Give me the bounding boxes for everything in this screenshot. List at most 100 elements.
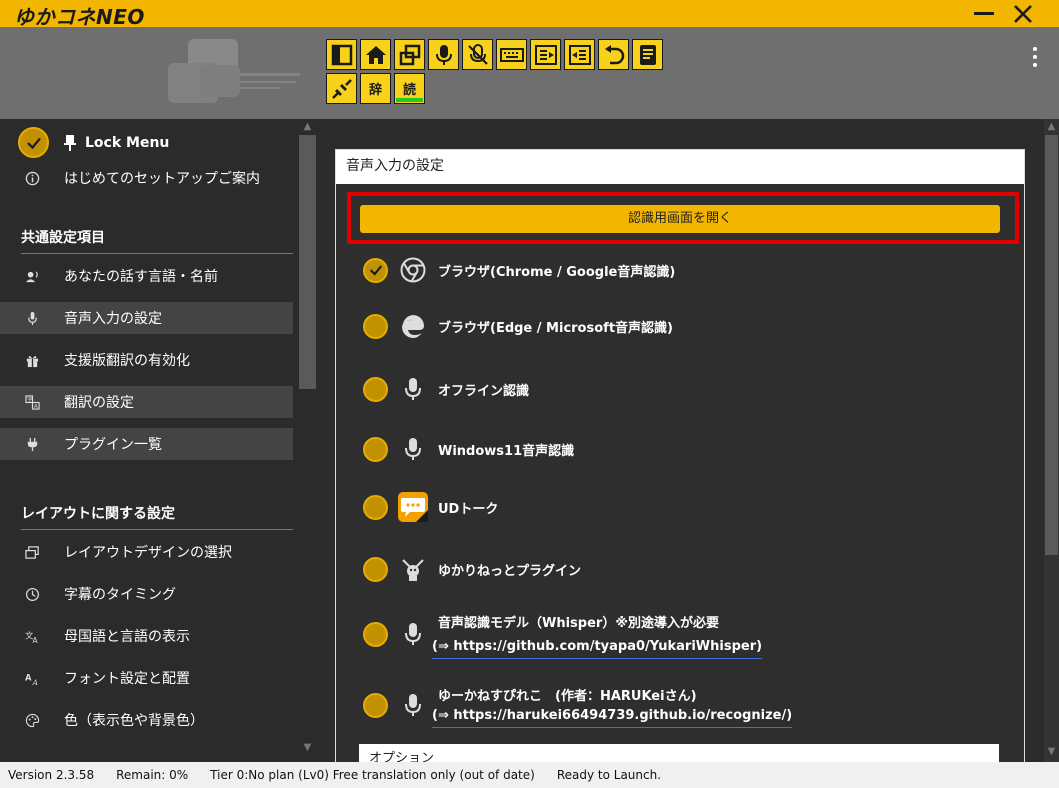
mic-on-button[interactable] xyxy=(428,39,459,70)
check-icon xyxy=(369,265,382,276)
sidebar-item-label: 母国語と言語の表示 xyxy=(64,629,190,645)
section-layout-heading: レイアウトに関する設定 xyxy=(21,503,293,530)
sidebar-scroll-thumb[interactable] xyxy=(299,135,316,389)
sidebar-item-plugins[interactable]: プラグイン一覧 xyxy=(0,428,293,460)
scroll-down-icon[interactable]: ▼ xyxy=(1044,744,1059,760)
read-aloud-button[interactable]: 読 xyxy=(394,73,425,104)
app-title: ゆかコネNEO xyxy=(14,5,145,29)
lock-menu-toggle[interactable]: Lock Menu xyxy=(18,127,169,158)
option-radio-checked[interactable] xyxy=(363,257,388,283)
microphone-icon xyxy=(398,619,428,649)
minimize-button[interactable] xyxy=(966,0,1002,27)
home-button[interactable] xyxy=(360,39,391,70)
option-label: 音声認識モデル（Whisper）※別途導入が必要 xyxy=(438,615,719,631)
option-radio[interactable] xyxy=(363,313,388,339)
mic-off-button[interactable] xyxy=(462,39,493,70)
arrow-in-left-icon xyxy=(534,44,557,65)
main-scroll-thumb[interactable] xyxy=(1045,135,1058,555)
undo-button[interactable] xyxy=(598,39,629,70)
layout-icon xyxy=(22,545,42,560)
log-button[interactable] xyxy=(632,39,663,70)
sidebar-item-label: 字幕のタイミング xyxy=(64,587,176,603)
plugin-connect-button[interactable] xyxy=(326,73,357,104)
whisper-link[interactable]: (⇒ https://github.com/tyapa0/YukariWhisp… xyxy=(432,639,763,659)
scroll-up-icon[interactable]: ▲ xyxy=(299,119,316,135)
sidebar-item-label: はじめてのセットアップご案内 xyxy=(64,171,260,187)
yukanesupireco-link[interactable]: (⇒ https://harukei66494739.github.io/rec… xyxy=(432,708,793,728)
scroll-up-icon[interactable]: ▲ xyxy=(1044,119,1059,135)
clock-icon xyxy=(22,587,42,602)
ready-status: Ready to Launch. xyxy=(556,768,662,782)
microphone-icon xyxy=(435,44,452,65)
keyboard-button[interactable] xyxy=(496,39,527,70)
sidebar-item-layout-design[interactable]: レイアウトデザインの選択 xyxy=(0,536,293,568)
close-button[interactable] xyxy=(1005,0,1041,27)
input-right-button[interactable] xyxy=(564,39,595,70)
option-radio[interactable] xyxy=(363,556,388,582)
option-label: オフライン認識 xyxy=(438,383,530,399)
sidebar-item-label: フォント設定と配置 xyxy=(64,671,190,687)
option-windows11[interactable]: Windows11音声認識 xyxy=(363,434,574,464)
option-radio[interactable] xyxy=(363,376,388,402)
lock-check[interactable] xyxy=(18,127,49,158)
more-menu-button[interactable] xyxy=(1033,47,1037,67)
palette-icon xyxy=(22,713,42,728)
option-edge[interactable]: ブラウザ(Edge / Microsoft音声認識) xyxy=(363,311,673,341)
open-recognition-screen-button[interactable]: 認識用画面を開く xyxy=(360,205,1000,233)
option-chrome[interactable]: ブラウザ(Chrome / Google音声認識) xyxy=(363,255,675,285)
window-button[interactable] xyxy=(394,39,425,70)
option-offline[interactable]: オフライン認識 xyxy=(363,374,529,404)
microphone-icon xyxy=(398,374,428,404)
input-left-button[interactable] xyxy=(530,39,561,70)
sidebar-item-label: 支援版翻訳の有効化 xyxy=(64,353,190,369)
dictionary-button[interactable]: 辞 xyxy=(360,73,391,104)
sidebar-item-label: レイアウトデザインの選択 xyxy=(64,545,232,561)
sidebar-scrollbar[interactable]: ▲ ▼ xyxy=(299,119,316,762)
option-label: ゆーかねすぴれこ (作者：HARUKeiさん) xyxy=(438,688,697,704)
title-bar: ゆかコネNEO xyxy=(0,0,1059,29)
microphone-icon xyxy=(398,434,428,464)
lock-menu-label: Lock Menu xyxy=(85,134,170,151)
keyboard-icon xyxy=(499,47,524,62)
panel-title: 音声入力の設定 xyxy=(336,150,1024,184)
edge-icon xyxy=(398,311,428,341)
main-content: 音声入力の設定 認識用画面を開く ブラウザ(Chrome / Google音声認… xyxy=(316,119,1059,774)
sidebar-item-support-translation[interactable]: 支援版翻訳の有効化 xyxy=(0,344,293,376)
gift-icon xyxy=(22,353,42,368)
sidebar-item-font-settings[interactable]: AA フォント設定と配置 xyxy=(0,662,293,694)
option-label: ブラウザ(Edge / Microsoft音声認識) xyxy=(438,320,673,336)
option-radio[interactable] xyxy=(363,436,388,462)
windows-icon xyxy=(399,44,420,65)
option-label: Windows11音声認識 xyxy=(438,443,575,459)
chrome-icon xyxy=(398,255,428,285)
option-udtalk[interactable]: UDトーク xyxy=(363,492,498,522)
tier-text: Tier 0:No plan (Lv0) Free translation on… xyxy=(210,768,535,782)
main-scrollbar[interactable]: ▲ ▼ xyxy=(1044,119,1059,762)
sidebar: Lock Menu はじめてのセットアップご案内 共通設定項目 あなたの話す言語… xyxy=(0,119,316,762)
sidebar-item-subtitle-timing[interactable]: 字幕のタイミング xyxy=(0,578,293,610)
option-radio[interactable] xyxy=(363,692,388,718)
sidebar-item-setup-guide[interactable]: はじめてのセットアップご案内 xyxy=(0,162,293,194)
sidebar-item-language-display[interactable]: 文A 母国語と言語の表示 xyxy=(0,620,293,652)
close-icon xyxy=(1014,4,1032,23)
sidebar-toggle-button[interactable] xyxy=(326,39,357,70)
sidebar-item-translation-settings[interactable]: 字A 翻訳の設定 xyxy=(0,386,293,418)
speaker-person-icon xyxy=(22,269,42,284)
microphone-icon xyxy=(22,311,42,326)
svg-text:A: A xyxy=(31,678,38,686)
sidebar-item-colors[interactable]: 色（表示色や背景色） xyxy=(0,704,293,736)
sidebar-item-voice-input[interactable]: 音声入力の設定 xyxy=(0,302,293,334)
scroll-down-icon[interactable]: ▼ xyxy=(299,740,316,756)
option-radio[interactable] xyxy=(363,494,388,520)
kebab-icon xyxy=(1033,47,1037,51)
highlight-frame: 認識用画面を開く xyxy=(347,192,1019,244)
toolbar: 辞 読 xyxy=(326,39,663,107)
check-icon xyxy=(26,137,41,149)
microphone-off-icon xyxy=(467,43,488,65)
option-yukarinette[interactable]: ゆかりねっとプラグイン xyxy=(363,554,581,584)
option-label: ゆかりねっとプラグイン xyxy=(438,563,582,579)
option-radio[interactable] xyxy=(363,621,388,647)
sidebar-item-language-name[interactable]: あなたの話す言語・名前 xyxy=(0,260,293,292)
option-label: ブラウザ(Chrome / Google音声認識) xyxy=(438,264,676,280)
plug-icon xyxy=(22,437,42,452)
